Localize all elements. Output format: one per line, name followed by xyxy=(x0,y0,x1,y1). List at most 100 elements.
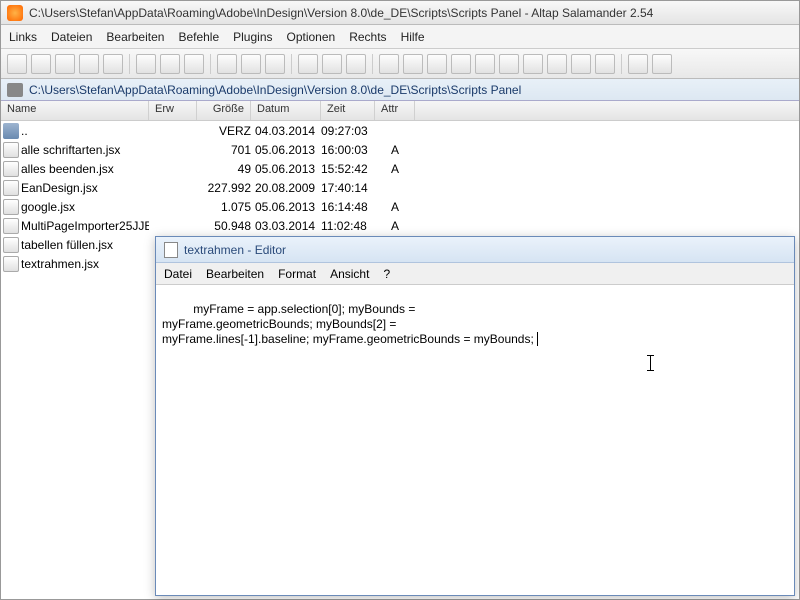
toolbar-separator xyxy=(621,54,622,74)
cell-zeit: 11:02:48 xyxy=(321,219,375,233)
cell-attr: A xyxy=(375,162,415,176)
menu-rechts[interactable]: Rechts xyxy=(349,30,386,44)
cell-groesse: 701 xyxy=(197,143,251,157)
menu-plugins[interactable]: Plugins xyxy=(233,30,272,44)
file-row[interactable]: alles beenden.jsx 4905.06.201315:52:42A xyxy=(1,159,799,178)
toolbar-home[interactable] xyxy=(652,54,672,74)
cell-attr: A xyxy=(375,200,415,214)
titlebar[interactable]: C:\Users\Stefan\AppData\Roaming\Adobe\In… xyxy=(1,1,799,25)
file-row[interactable]: MultiPageImporter25JJB.jsx 50.94803.03.20… xyxy=(1,216,799,235)
editor-titlebar[interactable]: textrahmen - Editor xyxy=(156,237,794,263)
file-icon xyxy=(3,256,19,272)
app-icon xyxy=(7,5,23,21)
window-title: C:\Users\Stefan\AppData\Roaming\Adobe\In… xyxy=(29,6,653,20)
col-zeit[interactable]: Zeit xyxy=(321,101,375,120)
toolbar-separator xyxy=(129,54,130,74)
toolbar-app4[interactable] xyxy=(451,54,471,74)
toolbar-cmd[interactable] xyxy=(571,54,591,74)
toolbar-separator xyxy=(372,54,373,74)
menu-dateien[interactable]: Dateien xyxy=(51,30,92,44)
toolbar-view2[interactable] xyxy=(241,54,261,74)
toolbar-app5[interactable] xyxy=(475,54,495,74)
cell-attr: A xyxy=(375,143,415,157)
toolbar-up[interactable] xyxy=(79,54,99,74)
col-datum[interactable]: Datum xyxy=(251,101,321,120)
cell-name: MultiPageImporter25JJB.jsx xyxy=(21,219,149,233)
cell-zeit: 16:14:48 xyxy=(321,200,375,214)
folder-up-icon xyxy=(3,123,19,139)
toolbar-filter[interactable] xyxy=(322,54,342,74)
cell-datum: 20.08.2009 xyxy=(251,181,321,195)
pathbar[interactable]: C:\Users\Stefan\AppData\Roaming\Adobe\In… xyxy=(1,79,799,101)
toolbar-view1[interactable] xyxy=(217,54,237,74)
cell-zeit: 17:40:14 xyxy=(321,181,375,195)
column-headers[interactable]: Name Erw Größe Datum Zeit Attr xyxy=(1,101,799,121)
cell-name: textrahmen.jsx xyxy=(21,257,149,271)
col-groesse[interactable]: Größe xyxy=(197,101,251,120)
file-row[interactable]: alle schriftarten.jsx70105.06.201316:00:… xyxy=(1,140,799,159)
toolbar-sort[interactable] xyxy=(298,54,318,74)
file-row[interactable]: ..VERZ04.03.201409:27:03 xyxy=(1,121,799,140)
cell-groesse: VERZ xyxy=(197,124,251,138)
toolbar-cols[interactable] xyxy=(346,54,366,74)
file-row[interactable]: google.jsx1.07505.06.201316:14:48A xyxy=(1,197,799,216)
toolbar-app7[interactable] xyxy=(523,54,543,74)
editor-menu-datei[interactable]: Datei xyxy=(164,267,192,281)
cell-groesse: 1.075 xyxy=(197,200,251,214)
cell-zeit: 15:52:42 xyxy=(321,162,375,176)
cell-name: tabellen füllen.jsx xyxy=(21,238,149,252)
toolbar-cut[interactable] xyxy=(136,54,156,74)
toolbar-back[interactable] xyxy=(31,54,51,74)
toolbar-refresh[interactable] xyxy=(103,54,123,74)
editor-menu-format[interactable]: Format xyxy=(278,267,316,281)
toolbar-app6[interactable] xyxy=(499,54,519,74)
cell-datum: 05.06.2013 xyxy=(251,162,321,176)
cell-groesse: 49 xyxy=(197,162,251,176)
cell-name: alles beenden.jsx xyxy=(21,162,149,176)
cell-name: EanDesign.jsx xyxy=(21,181,149,195)
toolbar-props[interactable] xyxy=(595,54,615,74)
toolbar-app2[interactable] xyxy=(403,54,423,74)
menu-hilfe[interactable]: Hilfe xyxy=(401,30,425,44)
menu-optionen[interactable]: Optionen xyxy=(287,30,336,44)
menu-links[interactable]: Links xyxy=(9,30,37,44)
menubar: Links Dateien Bearbeiten Befehle Plugins Opti… xyxy=(1,25,799,49)
cell-datum: 04.03.2014 xyxy=(251,124,321,138)
toolbar-forward[interactable] xyxy=(55,54,75,74)
file-icon xyxy=(3,180,19,196)
cell-datum: 03.03.2014 xyxy=(251,219,321,233)
editor-title: textrahmen - Editor xyxy=(184,243,286,257)
document-icon xyxy=(164,242,178,258)
col-name[interactable]: Name xyxy=(1,101,149,120)
menu-befehle[interactable]: Befehle xyxy=(178,30,219,44)
cell-zeit: 16:00:03 xyxy=(321,143,375,157)
editor-menu-ansicht[interactable]: Ansicht xyxy=(330,267,369,281)
notepad-window[interactable]: textrahmen - Editor Datei Bearbeiten Forma… xyxy=(155,236,795,596)
col-attr[interactable]: Attr xyxy=(375,101,415,120)
editor-menu-bearbeiten[interactable]: Bearbeiten xyxy=(206,267,264,281)
path-text: C:\Users\Stefan\AppData\Roaming\Adobe\In… xyxy=(29,83,521,97)
toolbar-fav[interactable] xyxy=(628,54,648,74)
file-row[interactable]: EanDesign.jsx227.99220.08.200917:40:14 xyxy=(1,178,799,197)
toolbar-separator xyxy=(210,54,211,74)
toolbar-paste[interactable] xyxy=(184,54,204,74)
toolbar-app8[interactable] xyxy=(547,54,567,74)
cell-name: google.jsx xyxy=(21,200,149,214)
file-icon xyxy=(3,199,19,215)
toolbar-view3[interactable] xyxy=(265,54,285,74)
cell-attr: A xyxy=(375,219,415,233)
cell-groesse: 50.948 xyxy=(197,219,251,233)
cell-zeit: 09:27:03 xyxy=(321,124,375,138)
toolbar-app3[interactable] xyxy=(427,54,447,74)
col-erw[interactable]: Erw xyxy=(149,101,197,120)
menu-bearbeiten[interactable]: Bearbeiten xyxy=(106,30,164,44)
toolbar-copy[interactable] xyxy=(160,54,180,74)
toolbar-folder-new[interactable] xyxy=(7,54,27,74)
file-icon xyxy=(3,237,19,253)
editor-menubar: Datei Bearbeiten Format Ansicht? xyxy=(156,263,794,285)
toolbar-app1[interactable] xyxy=(379,54,399,74)
editor-textarea[interactable]: myFrame = app.selection[0]; myBounds = m… xyxy=(156,285,794,595)
drive-icon xyxy=(7,83,23,97)
editor-menu-?[interactable]: ? xyxy=(383,267,390,281)
file-icon xyxy=(3,142,19,158)
